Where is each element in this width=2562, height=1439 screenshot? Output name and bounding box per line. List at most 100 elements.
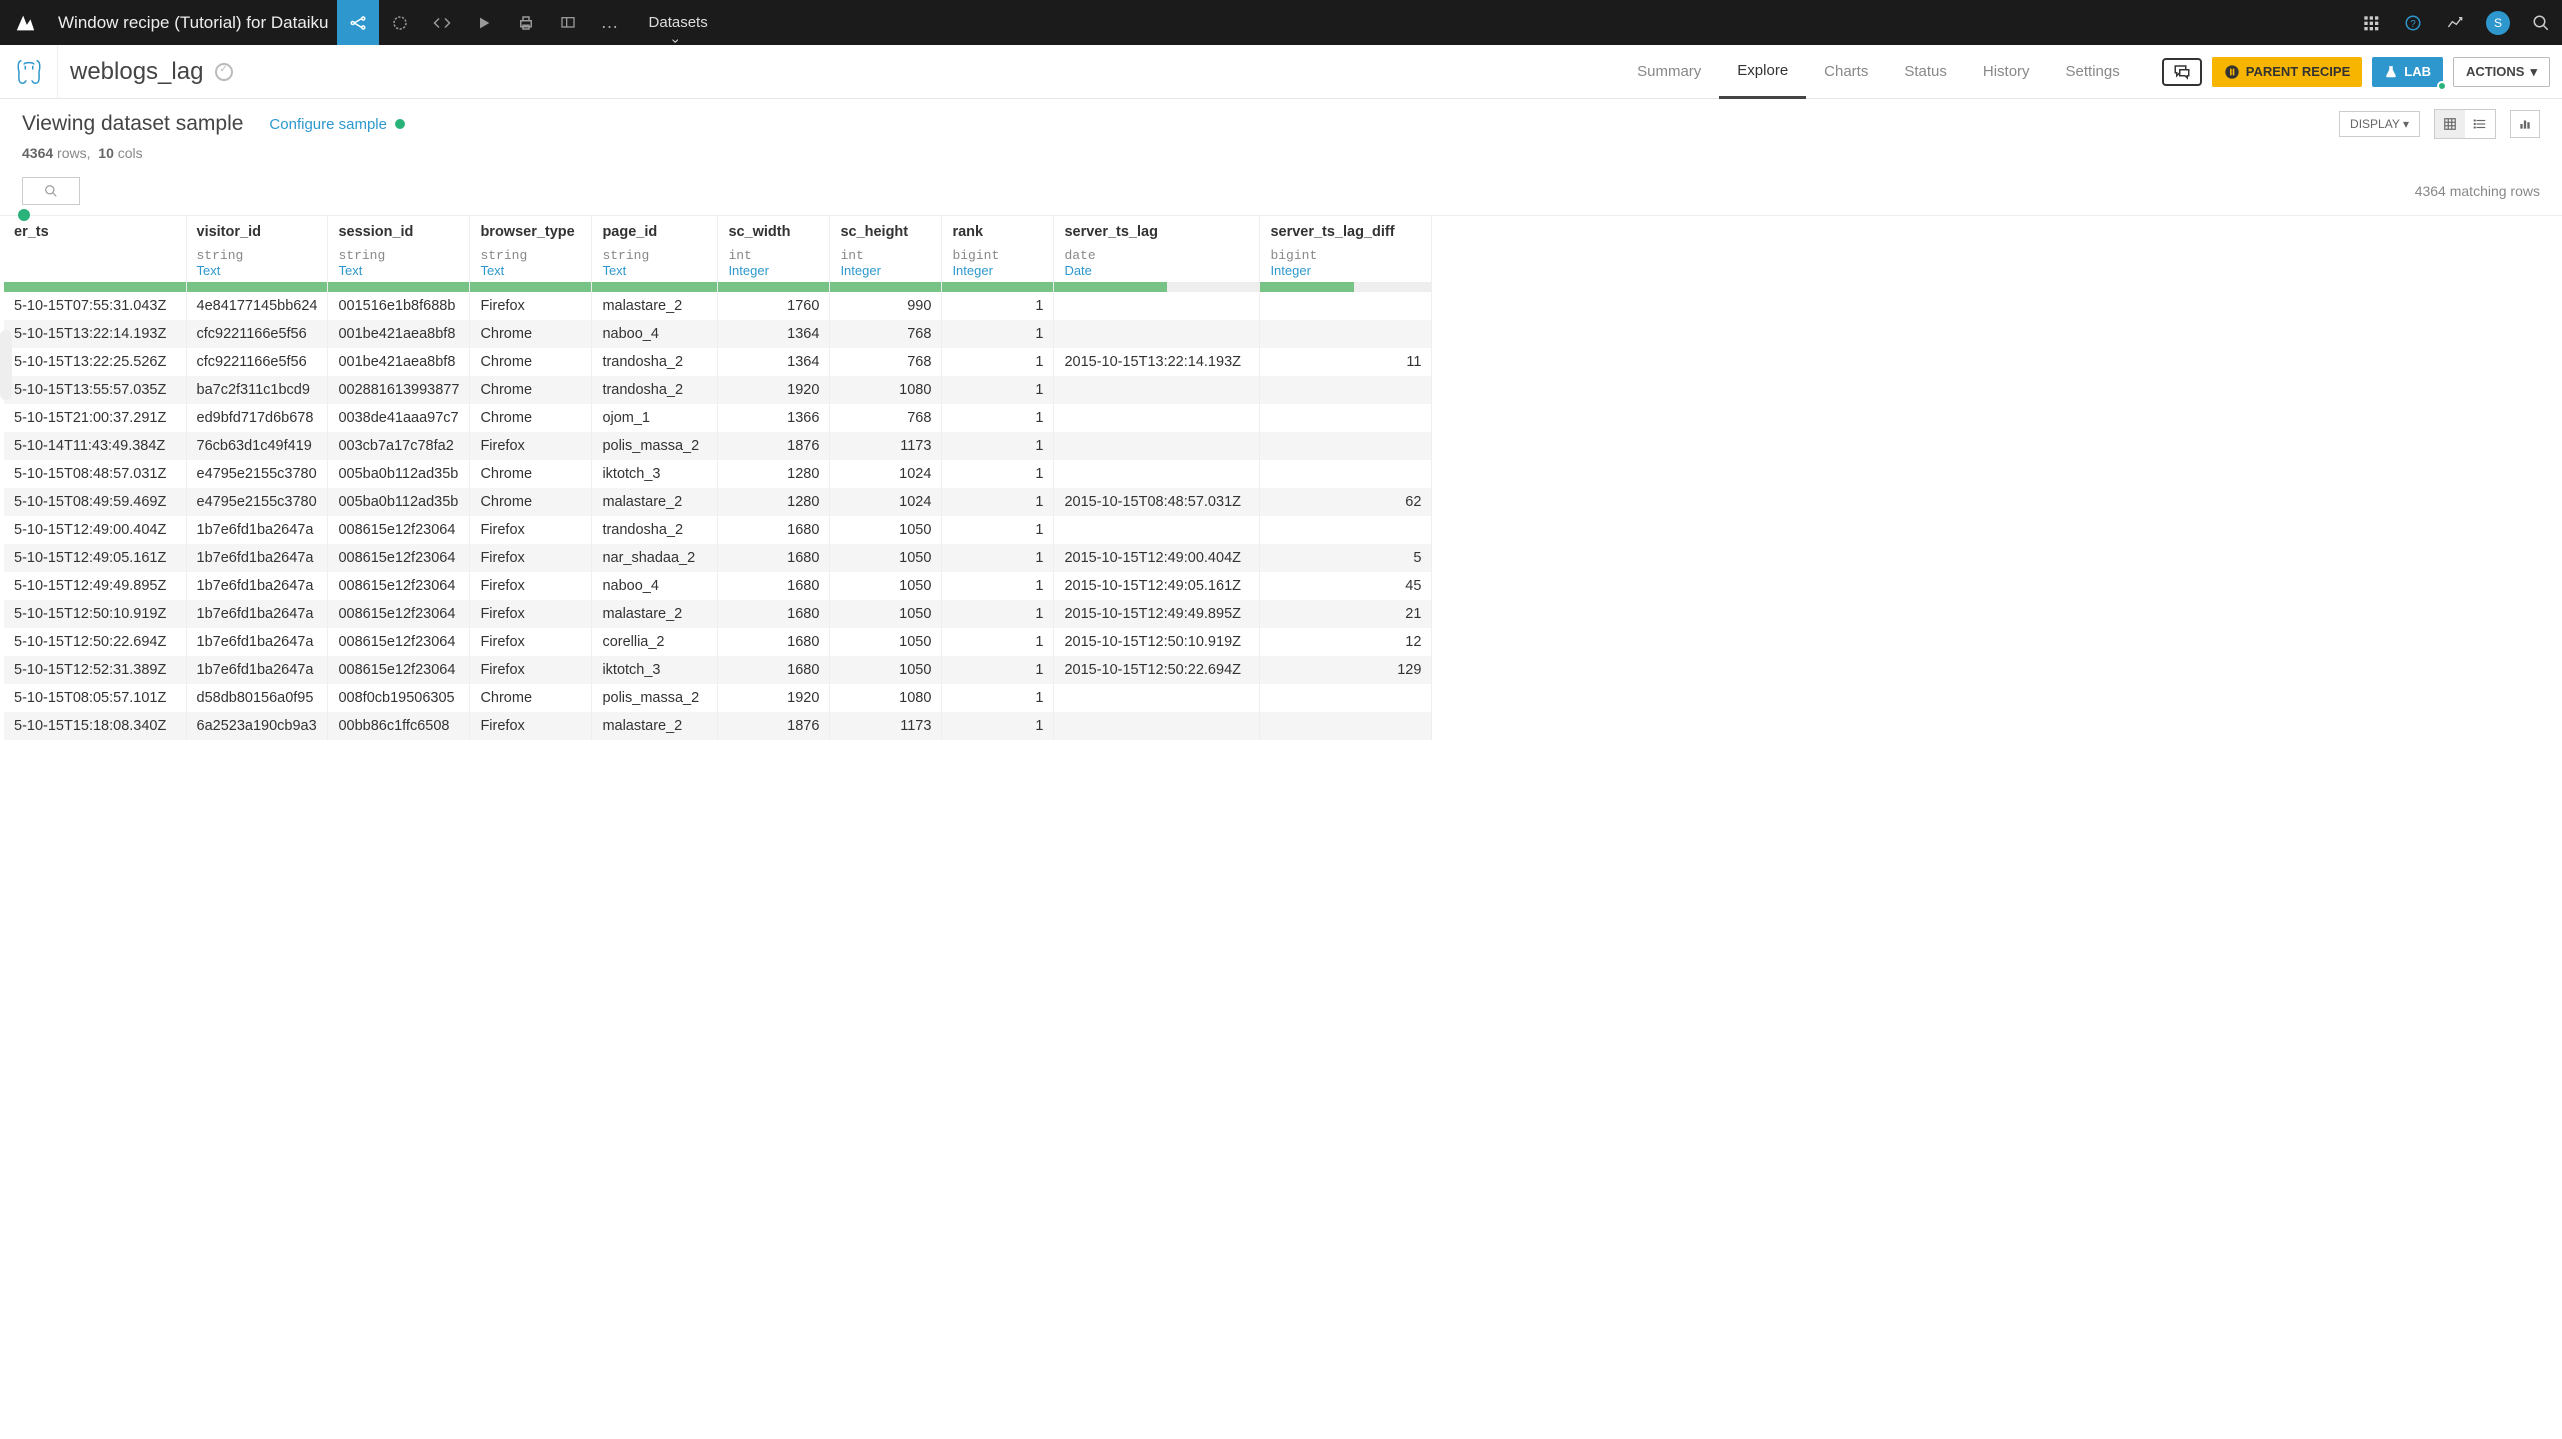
table-row[interactable]: 5-10-15T08:05:57.101Zd58db80156a0f95008f… — [4, 684, 1432, 712]
cell[interactable] — [1260, 404, 1432, 432]
cell[interactable]: 5-10-15T12:50:22.694Z — [4, 628, 186, 656]
table-row[interactable]: 5-10-15T13:55:57.035Zba7c2f311c1bcd90028… — [4, 376, 1432, 404]
cell[interactable]: 1 — [942, 600, 1054, 628]
cell[interactable]: 11 — [1260, 348, 1432, 376]
cell[interactable]: 1 — [942, 348, 1054, 376]
cell[interactable]: 6a2523a190cb9a3 — [186, 712, 328, 740]
cell[interactable]: 768 — [830, 348, 942, 376]
cell[interactable]: 1 — [942, 684, 1054, 712]
column-semantic[interactable] — [4, 263, 186, 282]
table-row[interactable]: 5-10-15T15:18:08.340Z6a2523a190cb9a300bb… — [4, 712, 1432, 740]
cell[interactable]: Chrome — [470, 376, 592, 404]
cell[interactable]: 1b7e6fd1ba2647a — [186, 628, 328, 656]
cell[interactable]: 1920 — [718, 684, 830, 712]
cell[interactable]: 002881613993877 — [328, 376, 470, 404]
cell[interactable]: 5-10-15T08:48:57.031Z — [4, 460, 186, 488]
table-row[interactable]: 5-10-15T08:49:59.469Ze4795e2155c3780005b… — [4, 488, 1432, 516]
column-semantic[interactable]: Text — [186, 263, 328, 282]
cell[interactable]: ed9bfd717d6b678 — [186, 404, 328, 432]
cell[interactable]: iktotch_3 — [592, 656, 718, 684]
cell[interactable]: 5-10-14T11:43:49.384Z — [4, 432, 186, 460]
cell[interactable]: 1050 — [830, 656, 942, 684]
cell[interactable]: 1050 — [830, 572, 942, 600]
cell[interactable]: Chrome — [470, 348, 592, 376]
cell[interactable]: 008615e12f23064 — [328, 600, 470, 628]
cell[interactable]: 45 — [1260, 572, 1432, 600]
user-avatar[interactable]: S — [2486, 11, 2510, 35]
cell[interactable] — [1260, 292, 1432, 320]
cell[interactable]: 62 — [1260, 488, 1432, 516]
cell[interactable]: Chrome — [470, 488, 592, 516]
cell[interactable]: 5-10-15T13:22:14.193Z — [4, 320, 186, 348]
column-search-input[interactable] — [22, 177, 80, 205]
cell[interactable]: 1760 — [718, 292, 830, 320]
cell[interactable]: corellia_2 — [592, 628, 718, 656]
cell[interactable]: 1 — [942, 488, 1054, 516]
cell[interactable]: Firefox — [470, 712, 592, 740]
cell[interactable]: 1680 — [718, 628, 830, 656]
cell[interactable] — [1054, 376, 1260, 404]
tab-explore[interactable]: Explore — [1719, 45, 1806, 99]
cell[interactable]: 001516e1b8f688b — [328, 292, 470, 320]
table-row[interactable]: 5-10-15T21:00:37.291Zed9bfd717d6b6780038… — [4, 404, 1432, 432]
cell[interactable]: Chrome — [470, 320, 592, 348]
activity-icon[interactable] — [2434, 0, 2476, 45]
cell[interactable]: 1 — [942, 376, 1054, 404]
cell[interactable]: 5-10-15T12:49:05.161Z — [4, 544, 186, 572]
table-row[interactable]: 5-10-15T13:22:25.526Zcfc9221166e5f56001b… — [4, 348, 1432, 376]
cell[interactable]: 5-10-15T08:49:59.469Z — [4, 488, 186, 516]
cell[interactable] — [1054, 684, 1260, 712]
cell[interactable]: 1364 — [718, 320, 830, 348]
cell[interactable]: trandosha_2 — [592, 348, 718, 376]
cell[interactable]: malastare_2 — [592, 292, 718, 320]
tab-status[interactable]: Status — [1886, 45, 1965, 99]
cell[interactable]: 2015-10-15T12:49:49.895Z — [1054, 600, 1260, 628]
cell[interactable]: 1080 — [830, 376, 942, 404]
cell[interactable]: 5-10-15T12:49:49.895Z — [4, 572, 186, 600]
cell[interactable]: malastare_2 — [592, 712, 718, 740]
print-icon[interactable] — [505, 0, 547, 45]
cell[interactable]: 1173 — [830, 712, 942, 740]
cell[interactable] — [1054, 432, 1260, 460]
column-header-sc_width[interactable]: sc_width — [718, 216, 830, 246]
actions-button[interactable]: ACTIONS ▾ — [2453, 57, 2550, 87]
table-row[interactable]: 5-10-15T12:52:31.389Z1b7e6fd1ba2647a0086… — [4, 656, 1432, 684]
cell[interactable] — [1260, 376, 1432, 404]
cell[interactable]: nar_shadaa_2 — [592, 544, 718, 572]
refresh-icon[interactable] — [379, 0, 421, 45]
column-header-session_id[interactable]: session_id — [328, 216, 470, 246]
cell[interactable]: 5-10-15T15:18:08.340Z — [4, 712, 186, 740]
cell[interactable]: 2015-10-15T12:50:22.694Z — [1054, 656, 1260, 684]
search-icon[interactable] — [2520, 0, 2562, 45]
cell[interactable]: 1024 — [830, 488, 942, 516]
cell[interactable]: 008f0cb19506305 — [328, 684, 470, 712]
column-header-sc_height[interactable]: sc_height — [830, 216, 942, 246]
cell[interactable]: polis_massa_2 — [592, 684, 718, 712]
cell[interactable]: 1 — [942, 516, 1054, 544]
tab-summary[interactable]: Summary — [1619, 45, 1719, 99]
cell[interactable]: 1680 — [718, 572, 830, 600]
column-semantic[interactable]: Date — [1054, 263, 1260, 282]
cell[interactable]: 76cb63d1c49f419 — [186, 432, 328, 460]
column-header-browser_type[interactable]: browser_type — [470, 216, 592, 246]
cell[interactable]: naboo_4 — [592, 320, 718, 348]
lab-button[interactable]: LAB — [2372, 57, 2443, 87]
data-grid-wrapper[interactable]: er_tsvisitor_idsession_idbrowser_typepag… — [0, 216, 2562, 1439]
cell[interactable]: Firefox — [470, 432, 592, 460]
column-semantic[interactable]: Integer — [942, 263, 1054, 282]
cell[interactable]: trandosha_2 — [592, 516, 718, 544]
cell[interactable]: 1b7e6fd1ba2647a — [186, 544, 328, 572]
column-semantic[interactable]: Text — [470, 263, 592, 282]
cell[interactable]: Chrome — [470, 404, 592, 432]
cell[interactable]: Firefox — [470, 572, 592, 600]
cell[interactable]: 008615e12f23064 — [328, 544, 470, 572]
cell[interactable] — [1260, 432, 1432, 460]
cell[interactable] — [1260, 684, 1432, 712]
cell[interactable]: 1366 — [718, 404, 830, 432]
cell[interactable] — [1260, 712, 1432, 740]
column-semantic[interactable]: Text — [328, 263, 470, 282]
cell[interactable]: 1050 — [830, 600, 942, 628]
cell[interactable]: 1680 — [718, 544, 830, 572]
cell[interactable]: Chrome — [470, 460, 592, 488]
cell[interactable]: 1680 — [718, 656, 830, 684]
